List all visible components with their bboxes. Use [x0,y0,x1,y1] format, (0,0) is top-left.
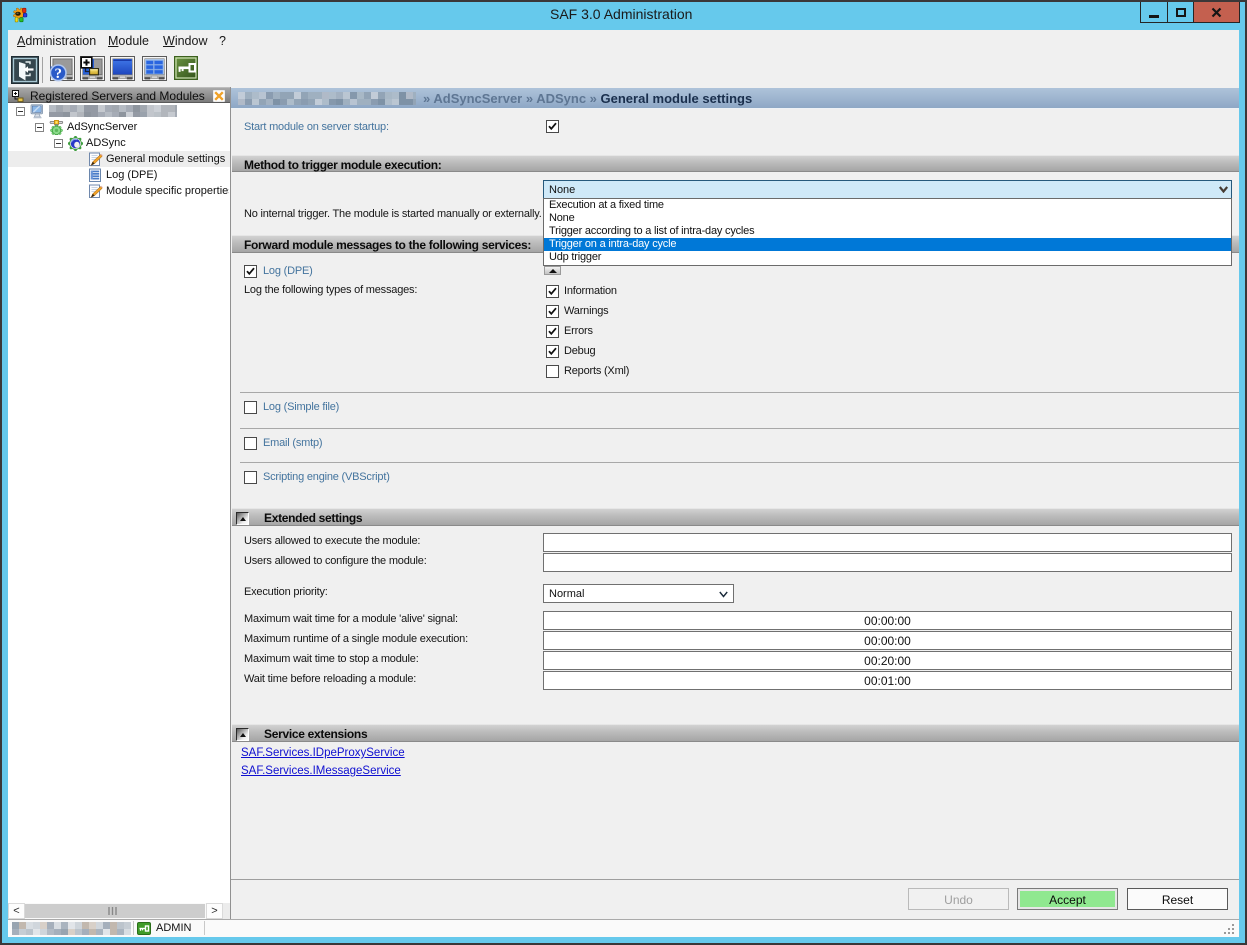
svg-text:?: ? [54,66,62,82]
